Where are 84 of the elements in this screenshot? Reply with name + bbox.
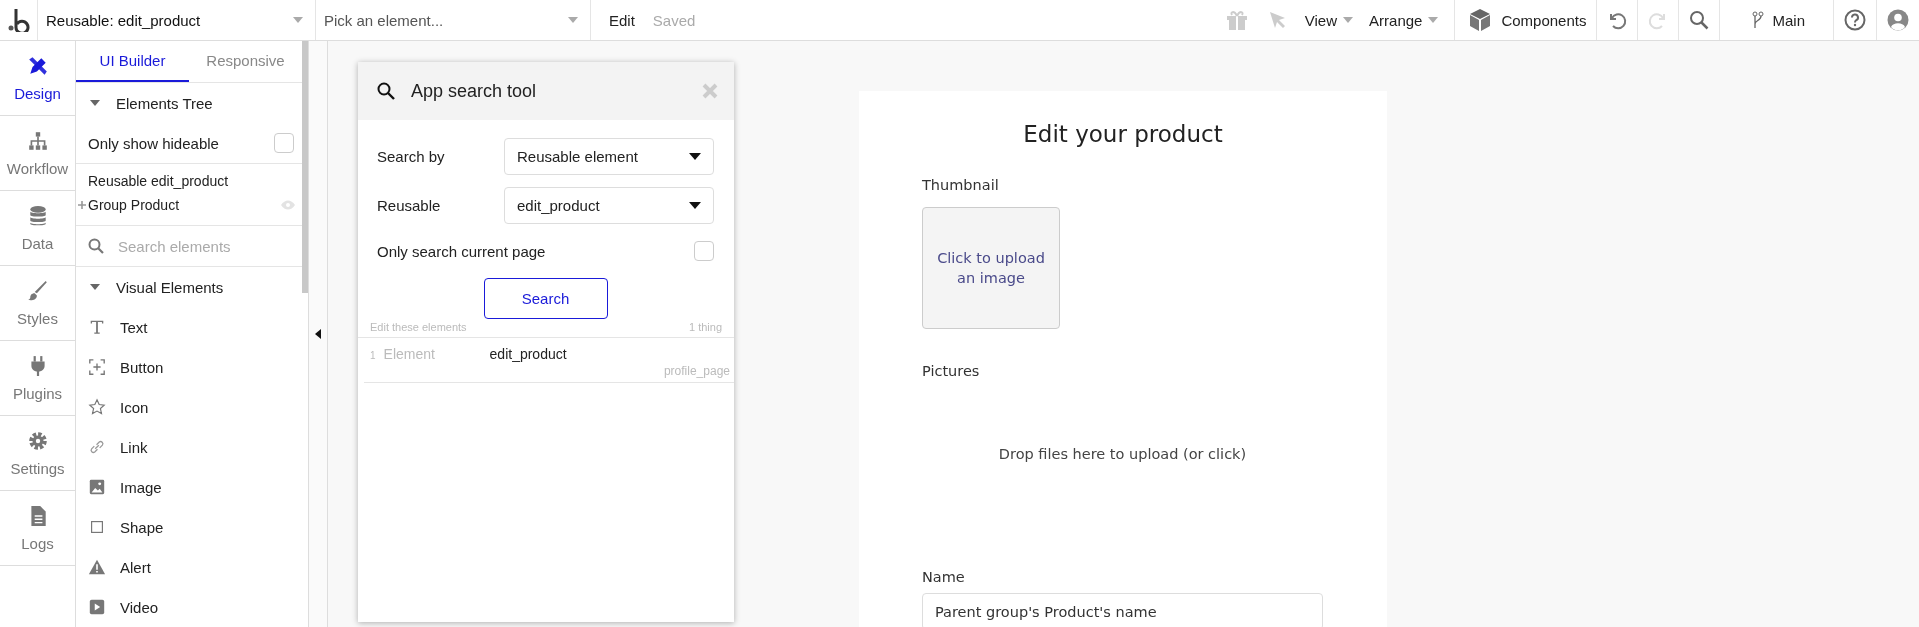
element-palette-item[interactable]: Text (76, 307, 302, 347)
star-icon (88, 398, 106, 416)
search-icon (377, 82, 395, 100)
tree-item[interactable]: Reusable edit_product (88, 173, 229, 189)
result-name: edit_product (489, 346, 567, 362)
menu-button[interactable]: View (1296, 11, 1362, 29)
square-icon (88, 518, 106, 536)
image-uploader[interactable]: Click to upload an image (922, 207, 1060, 329)
file-dropzone[interactable]: Drop files here to upload (or click) (922, 379, 1323, 529)
expanded-triangle-icon[interactable] (90, 98, 100, 108)
section-title: Elements Tree (116, 94, 213, 112)
option-label: Only search current page (377, 242, 546, 260)
form-title: Edit your product (1023, 121, 1223, 147)
select-dropdown[interactable]: Reusable element (504, 138, 714, 175)
caret-icon (689, 153, 701, 160)
nav-rail-item[interactable]: Settings (0, 416, 75, 491)
search-icon[interactable] (1689, 10, 1710, 30)
nav-rail-item[interactable]: Design (0, 41, 75, 116)
nav-rail-item[interactable]: Workflow (0, 116, 75, 191)
result-type: Element (383, 346, 436, 362)
nav-rail-item[interactable]: Data (0, 191, 75, 266)
element-palette-item[interactable]: Video (76, 587, 302, 627)
result-row[interactable]: 1 Element edit_product profile_page (364, 338, 734, 383)
mode-label[interactable]: Edit (591, 11, 645, 29)
sitemap-icon (26, 129, 49, 152)
nav-rail-item[interactable]: Styles (0, 266, 75, 341)
nav-rail-item[interactable]: Plugins (0, 341, 75, 416)
user-avatar-icon[interactable] (1887, 9, 1909, 31)
element-palette-item[interactable]: Image (76, 467, 302, 507)
element-palette-item[interactable]: Button (76, 347, 302, 387)
page-dropdown[interactable]: Reusable: edit_product (37, 0, 315, 40)
hideable-checkbox[interactable] (274, 133, 294, 153)
sidebar-tab[interactable]: UI Builder (76, 41, 189, 82)
caret-icon (293, 17, 303, 23)
option-label: Only show hideable (88, 134, 219, 152)
menu-button[interactable]: Arrange (1361, 11, 1447, 29)
field-label: Pictures (922, 363, 980, 379)
caret-icon (568, 17, 578, 23)
result-page: profile_page (663, 364, 730, 378)
select-dropdown[interactable]: edit_product (504, 187, 714, 224)
nav-rail-item[interactable]: Logs (0, 491, 75, 566)
plus-icon[interactable] (76, 199, 88, 211)
image-icon (88, 478, 106, 496)
current-page-checkbox[interactable] (694, 241, 714, 261)
search-elements-field[interactable]: Search elements (116, 236, 290, 256)
branch-icon (1752, 11, 1765, 29)
search-button[interactable]: Search (483, 278, 608, 319)
element-palette-item[interactable]: Link (76, 427, 302, 467)
caret-icon (689, 202, 701, 209)
caret-icon (1343, 17, 1354, 23)
help-icon[interactable] (1844, 9, 1866, 31)
element-palette-item[interactable]: Shape (76, 507, 302, 547)
plus-frame-icon (88, 358, 106, 376)
undo-icon[interactable] (1607, 10, 1628, 30)
play-icon (88, 598, 106, 616)
text-icon (88, 318, 106, 336)
expanded-triangle-icon[interactable] (90, 282, 100, 292)
components-button[interactable]: Components (1454, 0, 1597, 40)
result-count: 1 thing (688, 321, 722, 333)
link-icon (88, 438, 106, 456)
field-label: Thumbnail (922, 177, 999, 193)
row-number: 1 (370, 350, 376, 361)
warning-icon (88, 558, 106, 576)
element-palette-item[interactable]: Alert (76, 547, 302, 587)
save-status: Saved (651, 11, 697, 29)
branch-button[interactable]: Main (1719, 0, 1833, 40)
gear-icon (26, 429, 49, 452)
sidebar-tab[interactable]: Responsive (189, 41, 302, 82)
field-label: Search by (377, 148, 446, 165)
panel-title: App search tool (411, 80, 538, 102)
name-input[interactable]: Parent group's Product's name (922, 593, 1323, 627)
brush-icon (26, 279, 49, 302)
tree-item[interactable]: Group Product (88, 197, 280, 213)
cube-icon (1469, 8, 1492, 32)
collapse-arrow-icon[interactable] (315, 329, 321, 339)
section-title: Visual Elements (116, 278, 224, 296)
search-icon (88, 238, 104, 254)
field-label: Reusable (377, 197, 442, 214)
element-palette-item[interactable]: Icon (76, 387, 302, 427)
logo-icon[interactable] (7, 8, 30, 32)
results-header: Edit these elements (370, 321, 467, 333)
caret-icon (1428, 17, 1439, 23)
field-label: Name (922, 569, 965, 585)
element-picker[interactable]: Pick an element... (315, 0, 590, 40)
